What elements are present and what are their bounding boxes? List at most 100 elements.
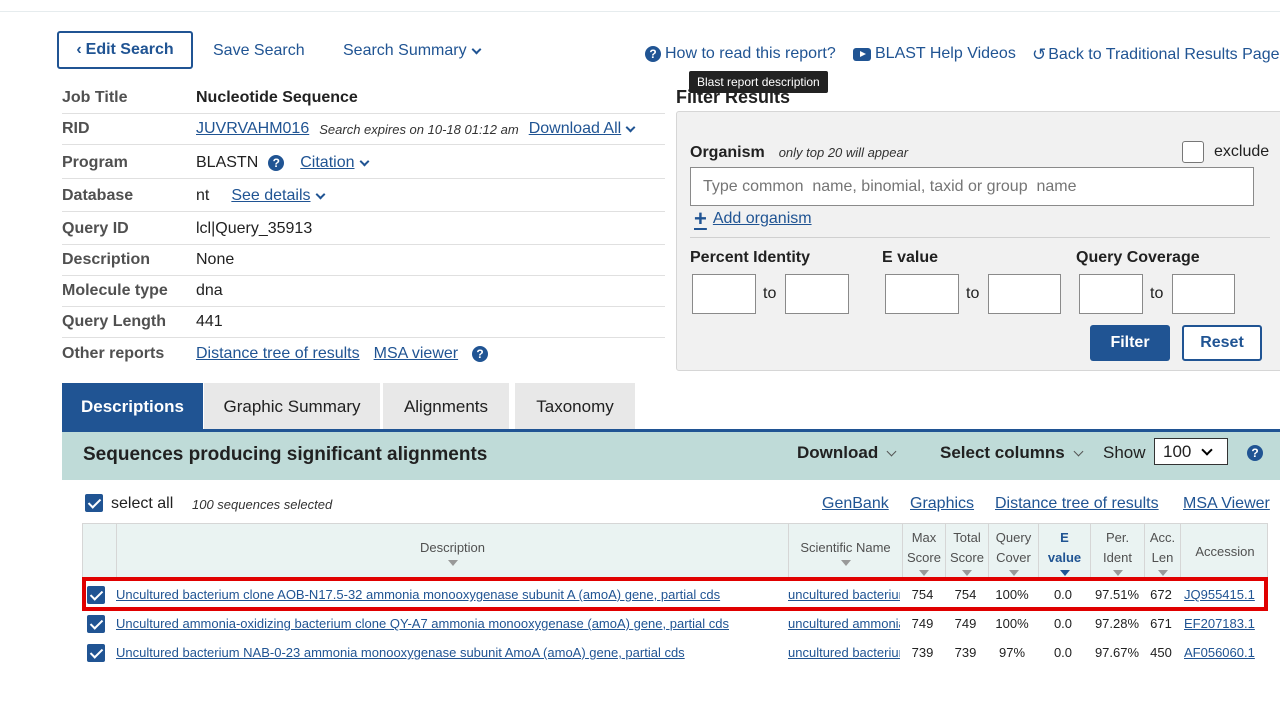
top-divider (0, 11, 1280, 12)
tooltip: Blast report description (689, 71, 828, 93)
col-query-cover[interactable]: Query Cover (988, 524, 1038, 580)
row-acc-len: 450 (1150, 645, 1172, 660)
select-all-checkbox[interactable] (85, 494, 103, 512)
exclude-checkbox[interactable] (1182, 141, 1204, 163)
show-count-value: 100 (1163, 441, 1192, 461)
rid-link[interactable]: JUVRVAHM016 (196, 120, 309, 138)
col-accession[interactable]: Accession (1180, 524, 1269, 580)
sort-icon (1008, 570, 1019, 576)
job-title-row: Job Title Nucleotide Sequence (62, 83, 665, 114)
query-coverage-max-input[interactable] (1172, 274, 1235, 314)
to-label: to (1150, 285, 1164, 302)
e-value-min-input[interactable] (885, 274, 959, 314)
sort-icon (840, 560, 851, 566)
row-acc-len: 671 (1150, 616, 1172, 631)
results-title: Sequences producing significant alignmen… (83, 444, 488, 465)
tab-graphic-summary[interactable]: Graphic Summary (204, 383, 380, 431)
col-query-label: Query (995, 530, 1032, 545)
edit-search-label: Edit Search (85, 41, 174, 58)
query-id-value: lcl|Query_35913 (196, 220, 313, 237)
col-acc-len[interactable]: Acc. Len (1144, 524, 1180, 580)
col-ident-label: Ident (1103, 550, 1132, 565)
how-to-read-link[interactable]: ? How to read this report? (645, 45, 836, 63)
download-all-link[interactable]: Download All (529, 120, 636, 138)
msa-viewer-results-link[interactable]: MSA Viewer (1183, 495, 1270, 513)
query-length-row: Query Length 441 (62, 307, 665, 338)
plus-icon: + (694, 206, 707, 231)
help-icon[interactable]: ? (268, 155, 285, 171)
show-label: Show (1103, 443, 1146, 462)
col-total-score[interactable]: Total Score (945, 524, 988, 580)
tab-descriptions[interactable]: Descriptions (62, 383, 203, 431)
col-value-label: value (1047, 550, 1082, 565)
graphics-link[interactable]: Graphics (910, 495, 974, 513)
program-row: Program BLASTN ? Citation (62, 148, 665, 179)
add-organism-link[interactable]: + Add organism (694, 206, 812, 232)
save-search-link[interactable]: Save Search (213, 42, 305, 60)
molecule-type-row: Molecule type dna (62, 276, 665, 307)
filter-button[interactable]: Filter (1090, 325, 1170, 361)
row-query-cover: 100% (995, 616, 1029, 631)
program-value: BLASTN (196, 154, 259, 171)
see-details-label: See details (231, 187, 311, 204)
distance-tree-results-link[interactable]: Distance tree of results (995, 495, 1159, 513)
row-e-value: 0.0 (1053, 616, 1073, 631)
show-count-select[interactable]: 100 (1154, 438, 1228, 465)
row-checkbox[interactable] (87, 643, 105, 662)
col-max-score[interactable]: Max Score (902, 524, 945, 580)
col-score-label: Score (950, 550, 984, 565)
search-summary-link[interactable]: Search Summary (343, 42, 482, 60)
distance-tree-link[interactable]: Distance tree of results (196, 345, 360, 363)
description-value: None (196, 251, 235, 268)
exclude-toggle[interactable]: exclude (1182, 141, 1269, 163)
download-label: Download (797, 443, 879, 462)
query-id-label: Query ID (62, 220, 129, 237)
blast-help-videos-link[interactable]: BLAST Help Videos (853, 45, 1016, 63)
col-description[interactable]: Description (116, 524, 788, 580)
row-scientific-name-link[interactable]: uncultured bacterium (788, 638, 900, 667)
e-value-max-input[interactable] (988, 274, 1061, 314)
row-description-link[interactable]: Uncultured ammonia-oxidizing bacterium c… (116, 609, 729, 638)
sort-active-icon (1059, 570, 1070, 576)
table-row: Uncultured ammonia-oxidizing bacterium c… (82, 609, 1268, 638)
col-e-label: E (1060, 530, 1069, 545)
tab-alignments[interactable]: Alignments (383, 383, 509, 431)
msa-viewer-link[interactable]: MSA viewer (374, 345, 458, 363)
percent-identity-min-input[interactable] (692, 274, 756, 314)
row-per-ident: 97.28% (1094, 616, 1140, 631)
e-value-label: E value (882, 249, 939, 266)
sort-icon (1157, 570, 1168, 576)
col-scientific-name-label: Scientific Name (800, 540, 891, 555)
col-score-label: Score (907, 550, 941, 565)
help-icon: ? (645, 46, 661, 62)
query-coverage-min-input[interactable] (1079, 274, 1143, 314)
select-columns-dropdown[interactable]: Select columns (940, 443, 1084, 463)
help-icon[interactable]: ? (472, 345, 489, 362)
row-accession-link[interactable]: EF207183.1 (1184, 616, 1255, 631)
row-scientific-name-link[interactable]: uncultured ammonia-oxidizing bacterium (788, 609, 900, 638)
row-checkbox[interactable] (87, 614, 105, 633)
col-scientific-name[interactable]: Scientific Name (788, 524, 902, 580)
job-title-label: Job Title (62, 89, 128, 106)
percent-identity-max-input[interactable] (785, 274, 849, 314)
col-accession-label: Accession (1195, 544, 1255, 559)
percent-identity-label: Percent Identity (690, 249, 811, 266)
query-length-label: Query Length (62, 313, 167, 330)
row-description-link[interactable]: Uncultured bacterium NAB-0-23 ammonia mo… (116, 638, 685, 667)
reset-button[interactable]: Reset (1182, 325, 1262, 361)
row-accession-link[interactable]: AF056060.1 (1184, 645, 1255, 660)
col-description-label: Description (419, 540, 486, 555)
sort-icon (447, 560, 458, 566)
col-e-value[interactable]: E value (1038, 524, 1090, 580)
organism-input[interactable] (690, 167, 1254, 206)
genbank-link[interactable]: GenBank (822, 495, 889, 513)
help-icon[interactable]: ? (1247, 445, 1263, 461)
back-traditional-link[interactable]: ↺ Back to Traditional Results Page (1032, 45, 1279, 65)
edit-search-button[interactable]: ‹ Edit Search (57, 31, 193, 69)
tab-taxonomy[interactable]: Taxonomy (515, 383, 635, 431)
download-dropdown[interactable]: Download (797, 443, 897, 463)
chevron-down-icon (886, 446, 897, 456)
citation-link[interactable]: Citation (300, 154, 369, 172)
see-details-link[interactable]: See details (231, 187, 325, 205)
col-per-ident[interactable]: Per. Ident (1090, 524, 1144, 580)
